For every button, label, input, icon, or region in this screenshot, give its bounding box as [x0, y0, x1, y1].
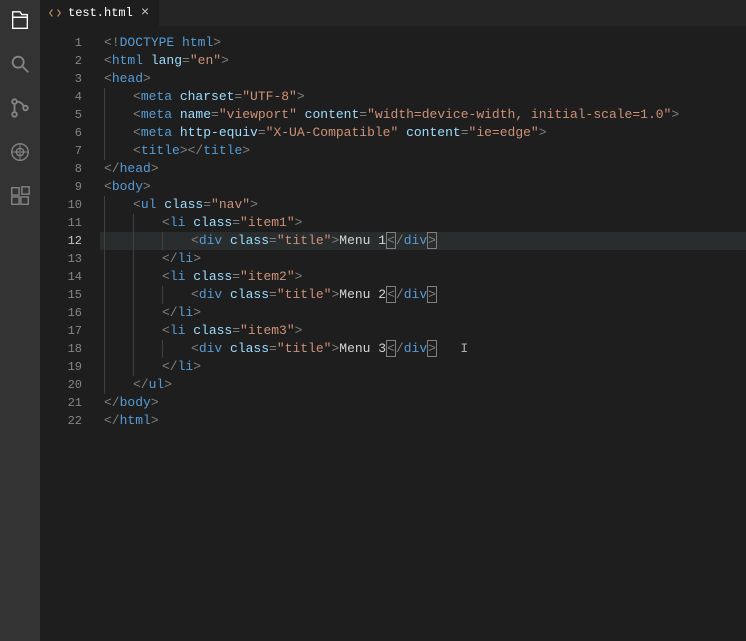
line-number: 5: [40, 106, 82, 124]
text-cursor: I: [437, 341, 468, 356]
line-number: 16: [40, 304, 82, 322]
code-line[interactable]: <body>: [100, 178, 746, 196]
editor-group: test.html × 1234567891011121314151617181…: [40, 0, 746, 641]
line-number: 7: [40, 142, 82, 160]
line-number: 3: [40, 70, 82, 88]
code-line[interactable]: <div class="title">Menu 3</div> I: [100, 340, 746, 358]
code-line[interactable]: </html>: [100, 412, 746, 430]
line-number: 4: [40, 88, 82, 106]
git-icon[interactable]: [8, 96, 32, 120]
explorer-icon[interactable]: [8, 8, 32, 32]
tab-test-html[interactable]: test.html ×: [40, 0, 159, 26]
code-line[interactable]: </head>: [100, 160, 746, 178]
code-line[interactable]: <head>: [100, 70, 746, 88]
code-line[interactable]: <ul class="nav">: [100, 196, 746, 214]
code-line[interactable]: </li>: [100, 358, 746, 376]
code-line[interactable]: <li class="item3">: [100, 322, 746, 340]
line-number: 14: [40, 268, 82, 286]
extensions-icon[interactable]: [8, 184, 32, 208]
code-line[interactable]: </li>: [100, 304, 746, 322]
line-number: 2: [40, 52, 82, 70]
line-number: 10: [40, 196, 82, 214]
code-line[interactable]: <li class="item2">: [100, 268, 746, 286]
line-number: 20: [40, 376, 82, 394]
line-number: 6: [40, 124, 82, 142]
line-number: 21: [40, 394, 82, 412]
line-number: 19: [40, 358, 82, 376]
search-icon[interactable]: [8, 52, 32, 76]
code-line[interactable]: </body>: [100, 394, 746, 412]
line-number: 1: [40, 34, 82, 52]
tab-bar: test.html ×: [40, 0, 746, 26]
line-number: 22: [40, 412, 82, 430]
code-line[interactable]: </ul>: [100, 376, 746, 394]
code-content[interactable]: <!DOCTYPE html><html lang="en"><head><me…: [100, 26, 746, 641]
line-number: 11: [40, 214, 82, 232]
line-number: 12: [40, 232, 82, 250]
code-line[interactable]: <!DOCTYPE html>: [100, 34, 746, 52]
code-line[interactable]: <div class="title">Menu 1</div>: [100, 232, 746, 250]
html-file-icon: [48, 6, 62, 20]
code-line[interactable]: </li>: [100, 250, 746, 268]
line-number-gutter: 12345678910111213141516171819202122: [40, 26, 100, 641]
code-line[interactable]: <meta charset="UTF-8">: [100, 88, 746, 106]
line-number: 15: [40, 286, 82, 304]
code-line[interactable]: <html lang="en">: [100, 52, 746, 70]
code-line[interactable]: <meta name="viewport" content="width=dev…: [100, 106, 746, 124]
tab-filename: test.html: [68, 6, 133, 20]
code-line[interactable]: <title></title>: [100, 142, 746, 160]
line-number: 8: [40, 160, 82, 178]
close-icon[interactable]: ×: [139, 5, 151, 21]
line-number: 17: [40, 322, 82, 340]
activity-bar: [0, 0, 40, 641]
line-number: 13: [40, 250, 82, 268]
code-line[interactable]: <li class="item1">: [100, 214, 746, 232]
line-number: 9: [40, 178, 82, 196]
line-number: 18: [40, 340, 82, 358]
bug-icon[interactable]: [8, 140, 32, 164]
code-line[interactable]: <div class="title">Menu 2</div>: [100, 286, 746, 304]
code-editor[interactable]: 12345678910111213141516171819202122 <!DO…: [40, 26, 746, 641]
code-line[interactable]: <meta http-equiv="X-UA-Compatible" conte…: [100, 124, 746, 142]
